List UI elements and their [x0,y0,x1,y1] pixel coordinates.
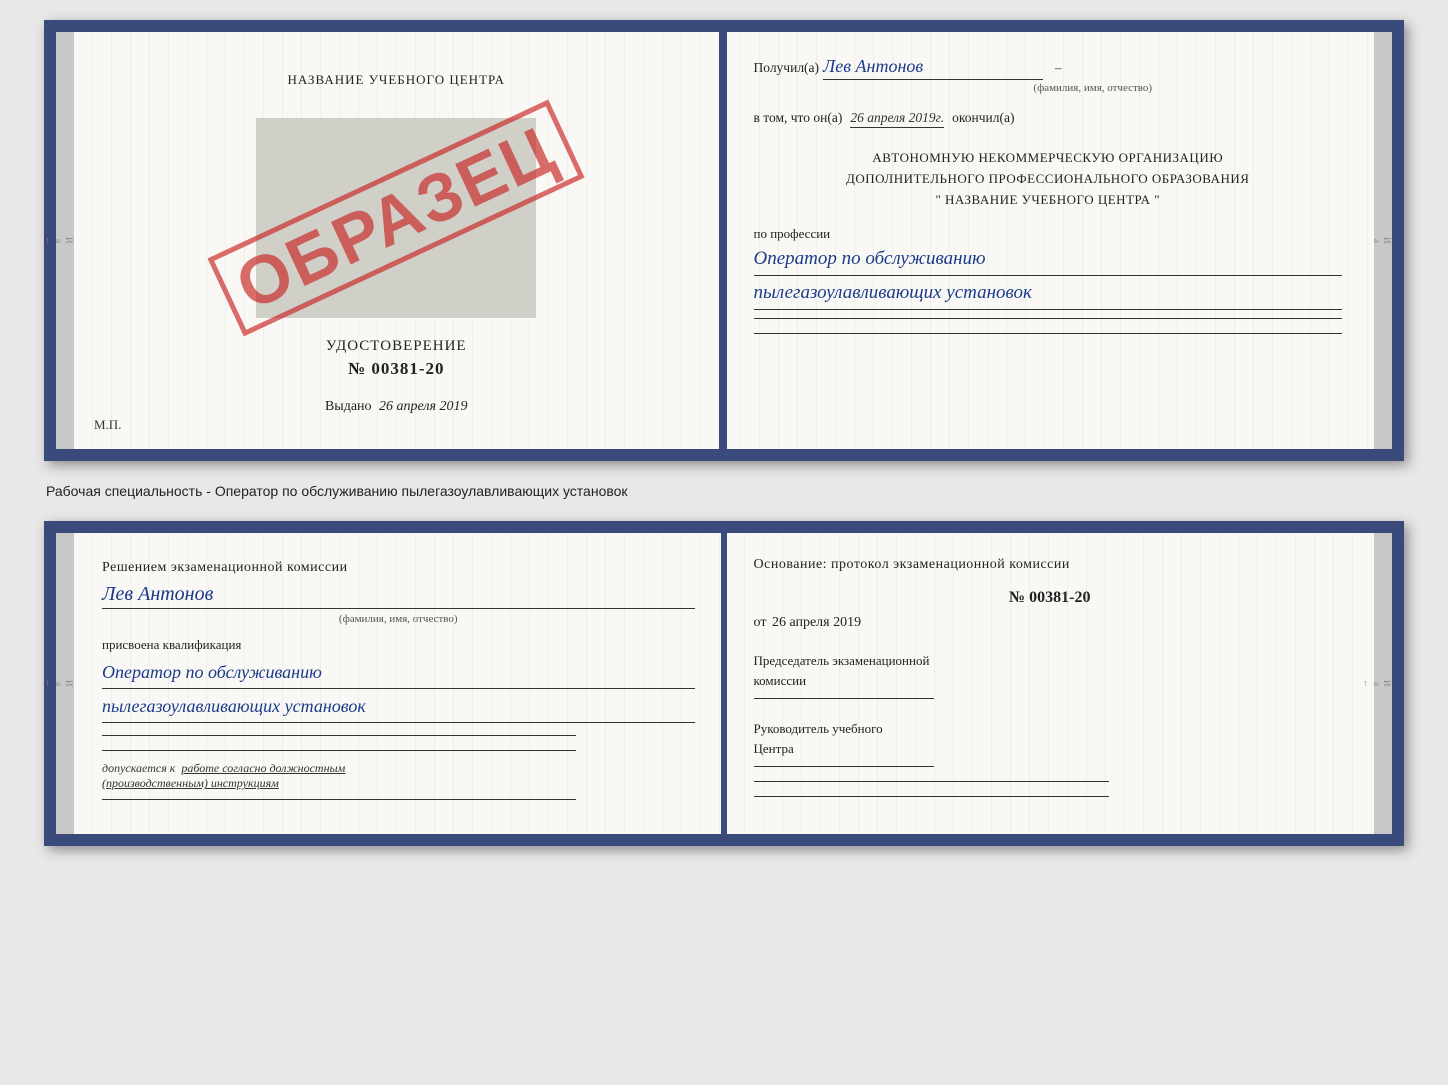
issued-date-value: 26 апреля 2019 [379,399,467,414]
admission-text: допускается к работе согласно должностны… [102,761,695,791]
in-fact-line: в том, что он(а) 26 апреля 2019г. окончи… [754,110,1343,128]
org-block: АВТОНОМНУЮ НЕКОММЕРЧЕСКУЮ ОРГАНИЗАЦИЮ ДО… [754,148,1343,210]
cert-number: № 00381-20 [348,359,445,379]
bottom-doc-left: Решением экзаменационной комиссии Лев Ан… [74,533,726,834]
profession-line1: Оператор по обслуживанию [754,246,1343,276]
school-name-top: НАЗВАНИЕ УЧЕБНОГО ЦЕНТРА [288,72,505,88]
stamp-area: ОБРАЗЕЦ [256,118,536,318]
decision-text: Решением экзаменационной комиссии [102,557,695,579]
qualification-line2: пылегазоулавливающих установок [102,693,695,723]
received-line: Получил(а) Лев Антонов – [754,56,1343,80]
head-label: Руководитель учебного Центра [754,719,1347,758]
qualification-line1: Оператор по обслуживанию [102,659,695,689]
basis-label: Основание: протокол экзаменационной коми… [754,557,1347,573]
org-line2: ДОПОЛНИТЕЛЬНОГО ПРОФЕССИОНАЛЬНОГО ОБРАЗО… [754,169,1343,190]
protocol-date: от 26 апреля 2019 [754,615,1347,631]
assigned-label: присвоена квалификация [102,637,695,653]
cert-type-label: УДОСТОВЕРЕНИЕ [326,338,467,355]
left-decor-bottom: Иа← [56,533,74,834]
protocol-date-prefix: от [754,615,767,630]
in-fact-prefix: в том, что он(а) [754,110,843,126]
org-line1: АВТОНОМНУЮ НЕКОММЕРЧЕСКУЮ ОРГАНИЗАЦИЮ [754,148,1343,169]
chairman-label: Председатель экзаменационной комиссии [754,651,1347,690]
issued-label: Выдано [325,399,372,414]
bottom-document: Иа← Решением экзаменационной комиссии Ле… [44,521,1404,846]
completion-date: 26 апреля 2019г. [850,110,944,128]
profession-label: по профессии [754,226,1343,242]
received-name: Лев Антонов [823,56,1043,80]
person-name-bottom: Лев Антонов [102,583,695,609]
chairman-line1: Председатель экзаменационной [754,653,930,668]
head-line1: Руководитель учебного [754,721,883,736]
obrazec-stamp: ОБРАЗЕЦ [208,100,585,337]
top-doc-right: Получил(а) Лев Антонов – (фамилия, имя, … [722,32,1375,449]
top-document: Иа← НАЗВАНИЕ УЧЕБНОГО ЦЕНТРА ОБРАЗЕЦ УДО… [44,20,1404,461]
mp-label: М.П. [94,417,121,433]
bottom-doc-right: Основание: протокол экзаменационной коми… [726,533,1375,834]
finished-word: окончил(а) [952,110,1014,126]
issued-line: Выдано 26 апреля 2019 [325,399,468,415]
head-signature-line [754,766,934,767]
chairman-line2: комиссии [754,673,807,688]
right-decor-top: Иа← [1374,32,1392,449]
left-decor: Иа← [56,32,74,449]
protocol-number: № 00381-20 [754,589,1347,607]
top-doc-left: НАЗВАНИЕ УЧЕБНОГО ЦЕНТРА ОБРАЗЕЦ УДОСТОВ… [74,32,722,449]
received-prefix: Получил(а) [754,60,820,76]
separator-text: Рабочая специальность - Оператор по обсл… [44,477,1404,505]
head-line2: Центра [754,741,794,756]
org-line3: " НАЗВАНИЕ УЧЕБНОГО ЦЕНТРА " [754,190,1343,211]
chairman-signature-line [754,698,934,699]
protocol-date-value: 26 апреля 2019 [772,615,861,630]
right-decor-bottom: Иа← [1374,533,1392,834]
fio-label-top: (фамилия, имя, отчество) [844,82,1343,94]
fio-label-bottom: (фамилия, имя, отчество) [102,613,695,625]
profession-line2: пылегазоулавливающих установок [754,280,1343,310]
